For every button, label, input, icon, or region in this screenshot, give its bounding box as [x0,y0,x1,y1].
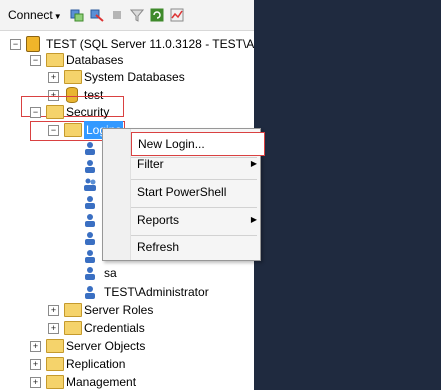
user-icon[interactable] [84,249,96,263]
login-admin-label: TEST\Administrator [104,285,209,299]
chevron-right-icon: ▶ [250,215,257,224]
user-group-icon[interactable] [84,177,96,191]
menu-item-refresh[interactable]: Refresh [131,236,263,258]
replication-label: Replication [66,357,126,371]
collapse-icon[interactable]: − [30,55,41,66]
user-icon[interactable] [84,213,96,227]
user-icon [85,286,95,299]
folder-icon [64,70,82,84]
filter-label: Filter [137,157,164,171]
security-label: Security [66,105,110,119]
folder-icon [64,123,82,137]
connect-object-explorer-icon[interactable] [70,8,84,22]
activity-monitor-icon[interactable] [170,8,184,22]
folder-icon [46,339,64,353]
menu-item-reports[interactable]: Reports ▶ [131,209,263,231]
user-icon[interactable] [84,159,96,173]
collapse-icon[interactable]: − [10,39,21,50]
menu-item-filter[interactable]: Filter ▶ [131,153,263,175]
user-icon[interactable] [84,141,96,155]
connect-button[interactable]: Connect▼ [8,8,62,22]
dark-background-panel [254,0,441,390]
stop-icon[interactable] [110,8,124,22]
credentials-label: Credentials [84,321,145,335]
folder-icon [46,105,64,119]
expand-icon[interactable]: + [30,341,41,352]
collapse-icon[interactable]: − [48,125,59,136]
collapse-icon[interactable]: − [30,107,41,118]
refresh-icon[interactable] [150,8,164,22]
folder-icon [46,375,64,389]
server-objects-label: Server Objects [66,339,146,353]
server-roles-label: Server Roles [84,303,154,317]
user-icon [85,267,95,280]
user-icon[interactable] [84,231,96,245]
new-login-label: New Login... [138,137,205,151]
server-icon [26,36,40,52]
databases-label: Databases [66,53,124,67]
connect-label: Connect [8,8,53,22]
context-menu: New Login... Filter ▶ Start PowerShell R… [102,128,265,261]
user-icon[interactable] [84,195,96,209]
expand-icon[interactable]: + [48,323,59,334]
disconnect-icon[interactable] [90,8,104,22]
reports-label: Reports [137,213,180,227]
folder-icon [64,321,82,335]
folder-icon [46,53,64,67]
login-sa-label: sa [104,266,117,280]
menu-gutter [103,129,131,260]
system-databases-label: System Databases [84,70,185,84]
expand-icon[interactable]: + [48,72,59,83]
management-label: Management [66,375,137,389]
expand-icon[interactable]: + [30,377,41,388]
folder-icon [46,357,64,371]
chevron-down-icon: ▼ [53,12,62,21]
folder-icon [64,303,82,317]
menu-separator [131,179,257,180]
toolbar: Connect▼ [0,0,254,31]
expand-icon[interactable]: + [30,359,41,370]
expand-icon[interactable]: + [48,305,59,316]
menu-separator [131,207,257,208]
start-powershell-label: Start PowerShell [137,185,227,199]
refresh-label: Refresh [137,240,180,254]
filter-icon[interactable] [130,8,144,22]
chevron-right-icon: ▶ [250,159,257,168]
menu-item-start-powershell[interactable]: Start PowerShell [131,181,263,203]
